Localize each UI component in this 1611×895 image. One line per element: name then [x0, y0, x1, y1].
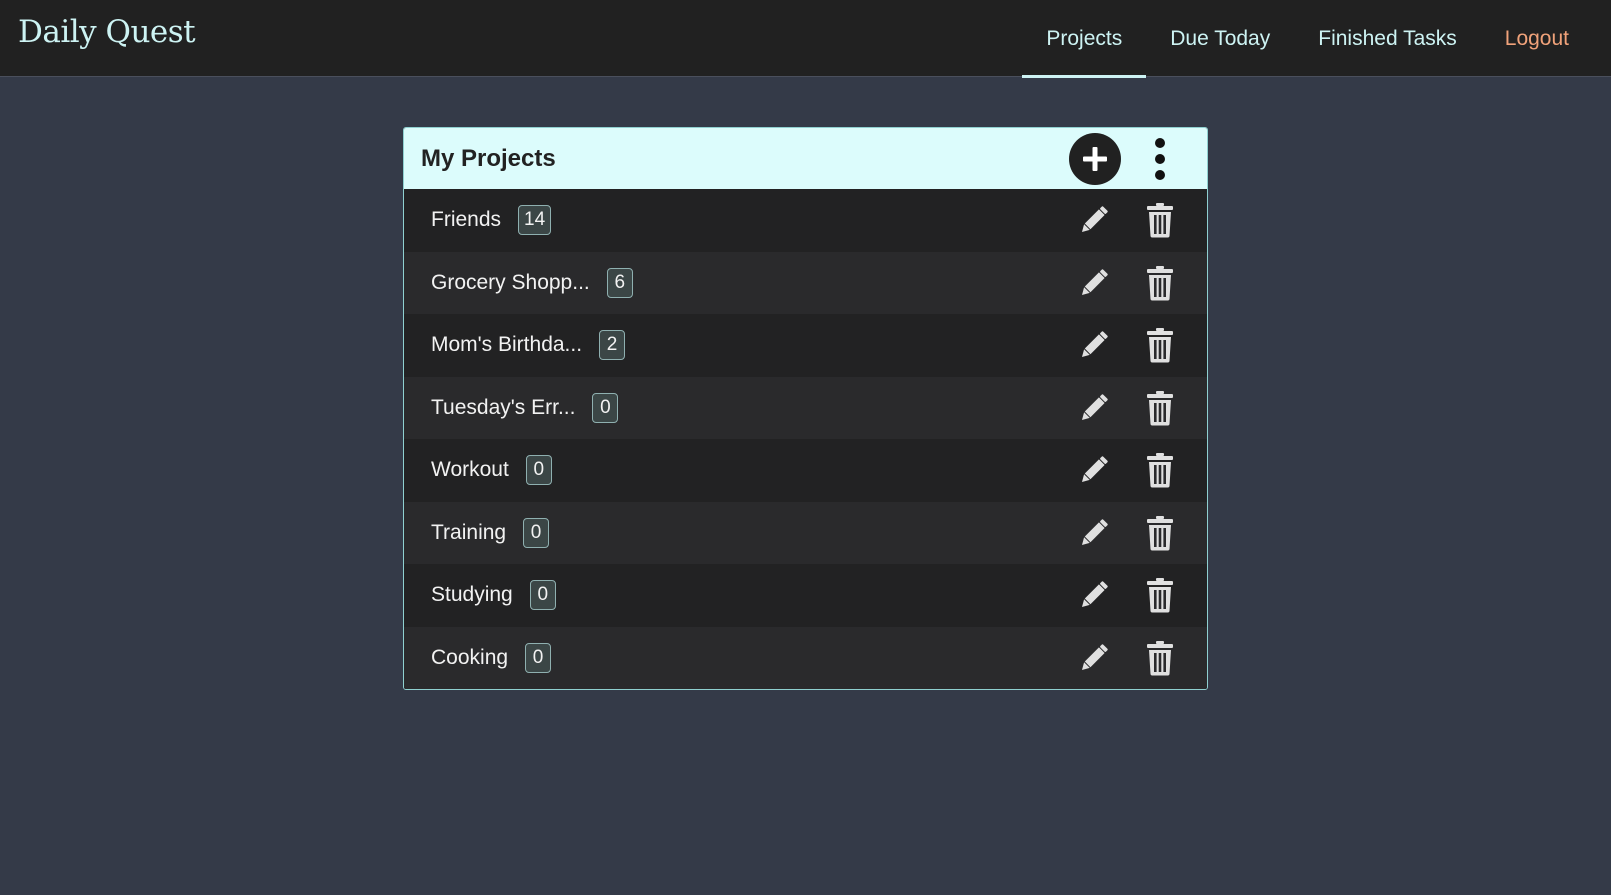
- nav-projects[interactable]: Projects: [1022, 0, 1147, 78]
- edit-project-button[interactable]: [1074, 450, 1114, 490]
- project-row: Friends 14: [404, 189, 1207, 252]
- pencil-icon: [1081, 519, 1108, 545]
- nav-links: Projects Due Today Finished Tasks Logout: [1022, 0, 1611, 78]
- project-task-count-badge: 6: [606, 267, 633, 298]
- edit-project-button[interactable]: [1074, 200, 1114, 240]
- project-task-count-badge: 0: [592, 392, 619, 423]
- top-navbar: Daily Quest Projects Due Today Finished …: [0, 0, 1611, 78]
- add-project-button[interactable]: [1069, 133, 1121, 185]
- delete-project-button[interactable]: [1140, 325, 1180, 365]
- projects-list: Friends 14 Grocery Shopp... 6 Mom's Birt…: [404, 189, 1207, 689]
- trash-icon: [1147, 328, 1173, 363]
- trash-icon: [1147, 578, 1173, 613]
- projects-card-title: My Projects: [421, 144, 556, 172]
- trash-icon: [1147, 390, 1173, 426]
- pencil-icon: [1081, 394, 1108, 420]
- edit-project-button[interactable]: [1074, 325, 1114, 365]
- edit-project-button[interactable]: [1074, 388, 1114, 428]
- project-row: Studying 0: [404, 564, 1207, 627]
- project-task-count-badge: 0: [529, 580, 556, 611]
- menu-dot: [1155, 138, 1165, 148]
- project-name[interactable]: Grocery Shopp...: [431, 271, 590, 295]
- nav-logout[interactable]: Logout: [1481, 0, 1611, 77]
- delete-project-button[interactable]: [1140, 513, 1180, 553]
- projects-card: My Projects Friends 14 Grocery Shopp... …: [403, 127, 1208, 690]
- project-name[interactable]: Workout: [431, 458, 509, 482]
- project-row: Grocery Shopp... 6: [404, 251, 1207, 314]
- projects-menu-button[interactable]: [1150, 138, 1170, 180]
- project-task-count-badge: 0: [525, 642, 552, 673]
- project-row: Cooking 0: [404, 626, 1207, 689]
- edit-project-button[interactable]: [1074, 638, 1114, 678]
- project-task-count-badge: 14: [518, 205, 552, 236]
- menu-dot: [1155, 170, 1165, 180]
- project-row: Workout 0: [404, 439, 1207, 502]
- project-name[interactable]: Mom's Birthda...: [431, 333, 582, 357]
- project-name[interactable]: Tuesday's Err...: [431, 396, 575, 420]
- menu-dot: [1155, 154, 1165, 164]
- project-task-count-badge: 0: [525, 455, 552, 486]
- pencil-icon: [1081, 644, 1108, 670]
- pencil-icon: [1081, 206, 1108, 233]
- pencil-icon: [1081, 581, 1108, 608]
- project-name[interactable]: Studying: [431, 583, 513, 607]
- edit-project-button[interactable]: [1074, 263, 1114, 303]
- project-task-count-badge: 2: [599, 330, 626, 361]
- trash-icon: [1147, 515, 1173, 551]
- trash-icon: [1147, 640, 1173, 676]
- projects-card-header: My Projects: [404, 128, 1207, 189]
- plus-icon: [1083, 147, 1107, 171]
- project-name[interactable]: Cooking: [431, 646, 508, 670]
- project-row: Training 0: [404, 501, 1207, 564]
- delete-project-button[interactable]: [1140, 200, 1180, 240]
- edit-project-button[interactable]: [1074, 575, 1114, 615]
- delete-project-button[interactable]: [1140, 575, 1180, 615]
- trash-icon: [1147, 203, 1173, 238]
- trash-icon: [1147, 265, 1173, 301]
- pencil-icon: [1081, 331, 1108, 358]
- project-name[interactable]: Friends: [431, 208, 501, 232]
- delete-project-button[interactable]: [1140, 450, 1180, 490]
- edit-project-button[interactable]: [1074, 513, 1114, 553]
- project-row: Mom's Birthda... 2: [404, 314, 1207, 377]
- pencil-icon: [1081, 269, 1108, 295]
- nav-finished-tasks[interactable]: Finished Tasks: [1294, 0, 1481, 77]
- delete-project-button[interactable]: [1140, 388, 1180, 428]
- project-task-count-badge: 0: [523, 517, 550, 548]
- pencil-icon: [1081, 456, 1108, 483]
- delete-project-button[interactable]: [1140, 638, 1180, 678]
- project-name[interactable]: Training: [431, 521, 506, 545]
- trash-icon: [1147, 453, 1173, 488]
- app-brand[interactable]: Daily Quest: [18, 14, 196, 50]
- nav-due-today[interactable]: Due Today: [1146, 0, 1294, 77]
- project-row: Tuesday's Err... 0: [404, 376, 1207, 439]
- delete-project-button[interactable]: [1140, 263, 1180, 303]
